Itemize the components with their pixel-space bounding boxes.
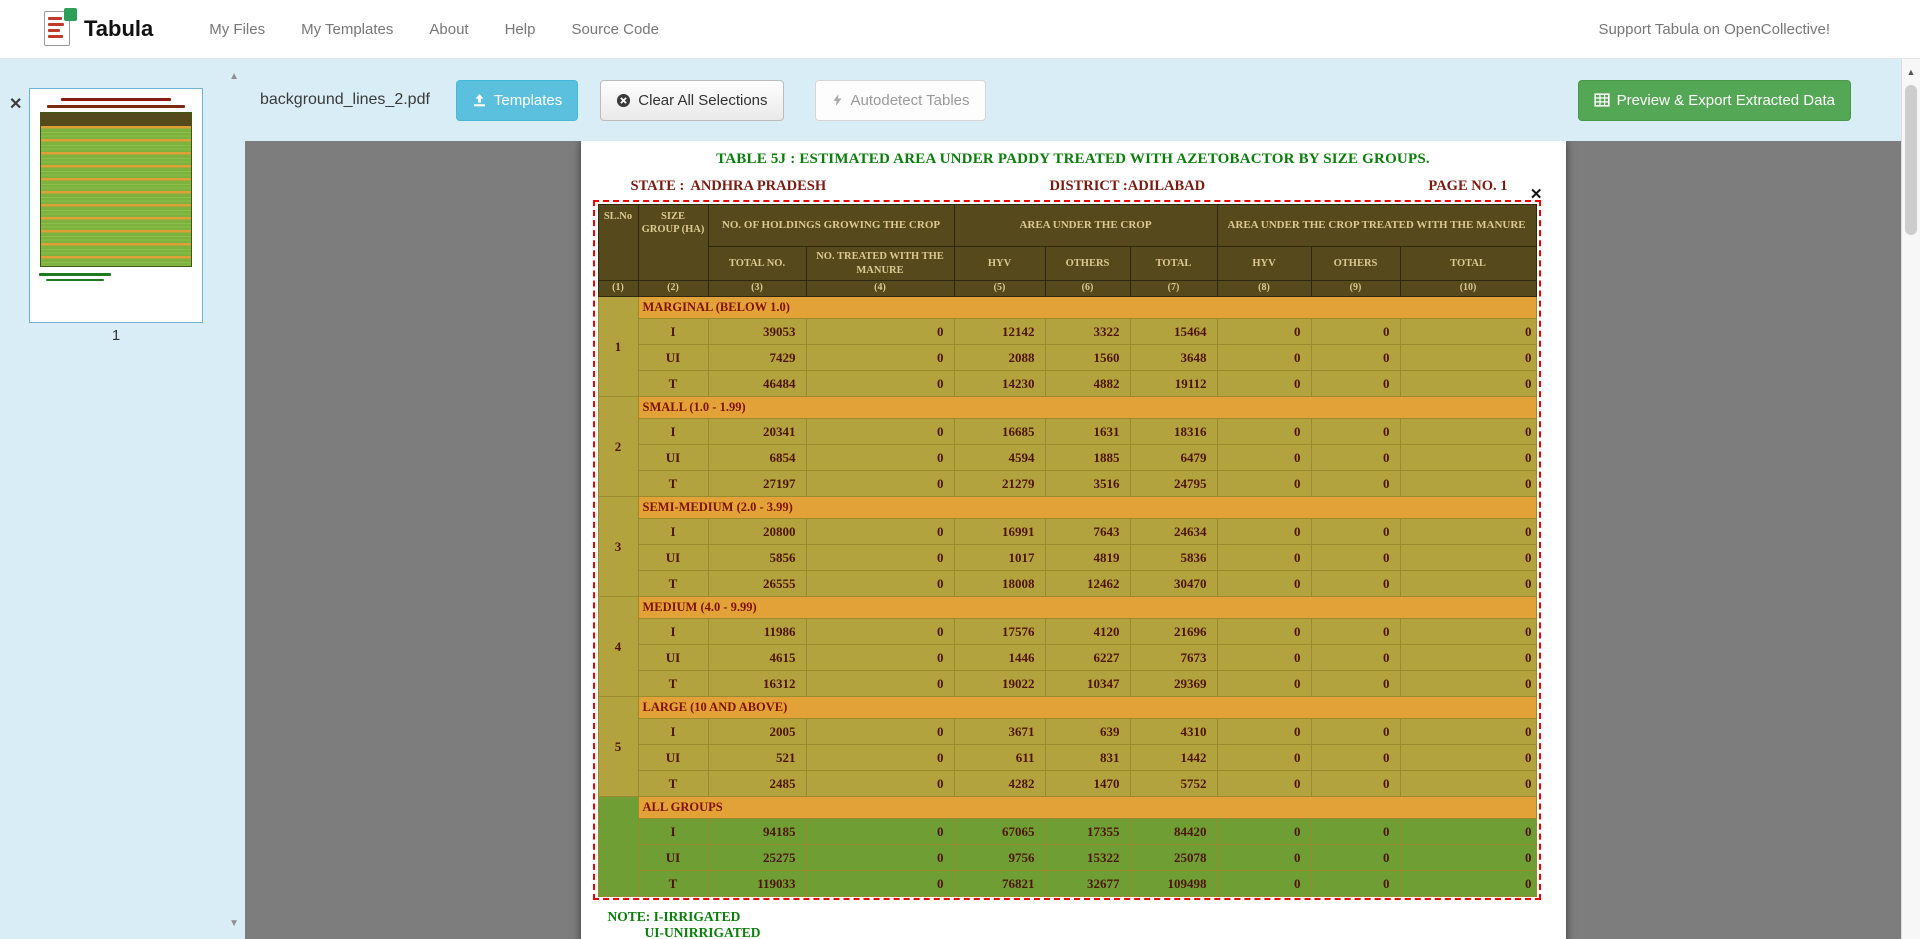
toolbar: background_lines_2.pdf Templates Clear A… — [245, 59, 1920, 141]
nav-links: My Files My Templates About Help Source … — [191, 11, 677, 48]
table-wrap: SL.No SIZE GROUP (HA) NO. OF HOLDINGS GR… — [598, 204, 1536, 897]
page-thumbnail-label: 1 — [29, 327, 203, 344]
preview-export-button[interactable]: Preview & Export Extracted Data — [1578, 80, 1851, 121]
document-notes: NOTE: I-IRRIGATED UI-UNIRRIGATED — [608, 909, 1566, 939]
clear-all-selections-button[interactable]: Clear All Selections — [600, 80, 783, 121]
brand-title: Tabula — [84, 16, 153, 42]
document-canvas: TABLE 5J : ESTIMATED AREA UNDER PADDY TR… — [245, 141, 1920, 939]
lightning-icon — [831, 93, 844, 107]
thumbnail-table-preview — [40, 112, 191, 267]
selection-close-icon[interactable]: ✕ — [1530, 185, 1543, 203]
templates-button[interactable]: Templates — [456, 80, 578, 121]
sidebar-scroll-down-icon[interactable]: ▼ — [229, 918, 239, 929]
page-no-label: PAGE NO. 1 — [1428, 178, 1507, 195]
state-label: STATE :ANDHRA PRADESH — [631, 178, 827, 195]
scrollbar-thumb[interactable] — [1905, 85, 1917, 235]
nav-link-help[interactable]: Help — [487, 11, 554, 48]
nav-link-my-templates[interactable]: My Templates — [283, 11, 411, 48]
thumbnail-title-line — [61, 98, 171, 101]
nav-link-my-files[interactable]: My Files — [191, 11, 283, 48]
navbar: Tabula My Files My Templates About Help … — [0, 0, 1920, 59]
document-meta-row: STATE :ANDHRA PRADESH DISTRICT :ADILABAD… — [581, 178, 1566, 195]
remove-page-icon[interactable]: ✕ — [9, 97, 22, 113]
scroll-up-icon[interactable]: ▲ — [1902, 67, 1920, 77]
workspace: ✕ 1 ▲ ▼ background_lines_2.pdf Templates — [0, 59, 1920, 939]
note-unirrigated: UI-UNIRRIGATED — [645, 925, 1566, 939]
sidebar-scroll-up-icon[interactable]: ▲ — [229, 71, 239, 82]
pdf-page[interactable]: TABLE 5J : ESTIMATED AREA UNDER PADDY TR… — [581, 141, 1566, 939]
thumbnail-note-line — [39, 273, 111, 276]
thumbnail-title-line — [47, 105, 185, 108]
note-irrigated: NOTE: I-IRRIGATED — [608, 909, 1566, 925]
main-column: background_lines_2.pdf Templates Clear A… — [245, 59, 1920, 939]
table-icon — [1594, 92, 1610, 108]
tabula-logo-icon — [44, 9, 74, 49]
brand-link[interactable]: Tabula — [44, 9, 153, 49]
selection-region[interactable]: ✕ — [593, 200, 1541, 900]
district-label: DISTRICT :ADILABAD — [1049, 178, 1205, 195]
vertical-scrollbar[interactable]: ▲ — [1901, 59, 1920, 939]
nav-link-about[interactable]: About — [411, 11, 486, 48]
page-thumbnail[interactable] — [29, 88, 203, 323]
support-link[interactable]: Support Tabula on OpenCollective! — [1598, 21, 1830, 38]
logo-green-square — [64, 8, 77, 21]
sidebar: ✕ 1 ▲ ▼ — [0, 59, 245, 939]
upload-icon — [472, 93, 487, 108]
clear-circle-icon — [616, 93, 631, 108]
autodetect-tables-button[interactable]: Autodetect Tables — [815, 80, 986, 121]
filename-label: background_lines_2.pdf — [260, 91, 430, 109]
thumbnail-note-line — [46, 279, 104, 282]
table-title: TABLE 5J : ESTIMATED AREA UNDER PADDY TR… — [581, 141, 1566, 168]
nav-link-source-code[interactable]: Source Code — [553, 11, 677, 48]
